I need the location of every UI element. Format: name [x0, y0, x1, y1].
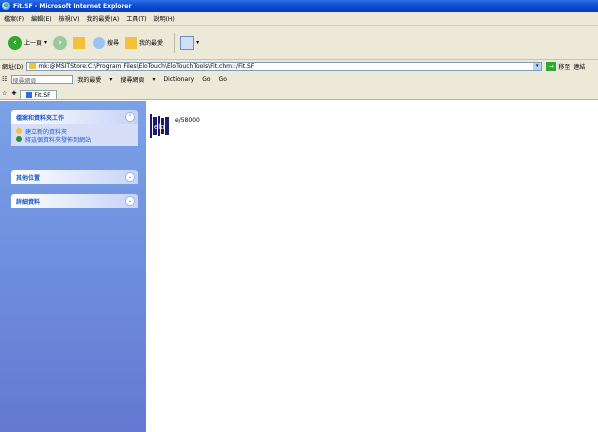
- links-toolbar: ☷ 搜尋網頁 我的最愛 ▾ 搜尋網頁 ▾ Dictionary Go Go: [0, 72, 598, 86]
- toolbar-separator: [174, 32, 176, 53]
- address-label: 網址(D): [2, 63, 24, 71]
- new-folder-icon: [16, 128, 22, 134]
- panel-other-places-title: 其他位置: [16, 174, 41, 182]
- panel-other-places-header[interactable]: 其他位置 ⌄: [11, 170, 138, 184]
- panel-other-places: 其他位置 ⌄: [11, 170, 138, 184]
- model-number: e/58000: [175, 117, 200, 124]
- folder-up-icon: [73, 36, 86, 49]
- menu-help[interactable]: 說明(H): [154, 14, 175, 23]
- chevron-down-icon: ▾: [44, 39, 48, 46]
- menu-view[interactable]: 檢視(V): [59, 14, 80, 23]
- elo-logo-text: elo: [154, 123, 165, 131]
- menu-file[interactable]: 檔案(F): [4, 14, 24, 23]
- links-item-6[interactable]: Go: [202, 76, 210, 83]
- go-arrow-icon: →: [546, 61, 557, 71]
- links-grip-icon: ☷: [2, 75, 8, 83]
- links-item-4[interactable]: ▾: [152, 76, 155, 83]
- chevron-down-icon[interactable]: ▾: [533, 62, 542, 70]
- elo-logo-icon: elo: [150, 113, 170, 139]
- search-label: 搜尋: [107, 40, 120, 47]
- address-bar: 網址(D) mk:@MSITStore:C:\Program Files\Elo…: [0, 60, 598, 72]
- panel-file-tasks-body: 建立新的資料夾 將這個資料夾發佈到網站: [11, 124, 138, 146]
- chevron-down-icon[interactable]: ⌄: [125, 172, 135, 182]
- menu-edit[interactable]: 編輯(E): [31, 14, 51, 23]
- panel-file-tasks-header[interactable]: 檔案和資料夾工作 ⌃: [11, 110, 138, 124]
- window-title: Fit.SF - Microsoft Internet Explorer: [13, 2, 132, 10]
- globe-icon: [16, 136, 22, 142]
- web-search-input[interactable]: 搜尋網頁: [11, 74, 74, 85]
- task-pane: 檔案和資料夾工作 ⌃ 建立新的資料夾 將這個資料夾發佈到網站 其他位置 ⌄ 詳細…: [0, 101, 146, 432]
- standard-toolbar: ‹ 上一頁 ▾ › 搜尋 我的最愛 ▾: [0, 26, 598, 60]
- task-publish-web-label: 將這個資料夾發佈到網站: [25, 136, 92, 144]
- forward-button[interactable]: ›: [53, 35, 68, 50]
- favorites-star-icon[interactable]: ☆: [2, 90, 7, 97]
- tab-fit-sf[interactable]: Fit.SF: [20, 90, 57, 99]
- folder-up-button[interactable]: [73, 36, 87, 49]
- links-label[interactable]: 連結: [573, 62, 585, 71]
- tab-label: Fit.SF: [34, 91, 51, 99]
- menu-tools[interactable]: 工具(T): [126, 14, 146, 23]
- title-bar: e Fit.SF - Microsoft Internet Explorer: [0, 0, 598, 12]
- ie-logo-icon: e: [2, 2, 10, 10]
- links-item-5[interactable]: Dictionary: [163, 76, 194, 83]
- tab-favicon-icon: [26, 92, 33, 98]
- search-icon: [93, 36, 106, 49]
- views-button[interactable]: ▾: [180, 35, 200, 50]
- back-arrow-icon: ‹: [8, 35, 22, 50]
- back-label: 上一頁: [24, 40, 43, 47]
- panel-file-tasks: 檔案和資料夾工作 ⌃ 建立新的資料夾 將這個資料夾發佈到網站: [11, 110, 138, 146]
- go-label: 移至: [558, 63, 571, 71]
- links-item-3[interactable]: 搜尋網頁: [120, 75, 144, 84]
- chevron-down-icon: ▾: [196, 39, 200, 46]
- web-search-placeholder: 搜尋網頁: [12, 77, 37, 85]
- panel-details-header[interactable]: 詳細資料 ⌄: [11, 194, 138, 208]
- views-icon: [180, 35, 195, 50]
- search-button[interactable]: 搜尋: [93, 36, 120, 49]
- tab-bar: ☆ ✚ Fit.SF: [0, 86, 598, 100]
- menu-favorites[interactable]: 我的最愛(A): [86, 14, 119, 23]
- page-icon: [29, 63, 37, 69]
- chevron-up-icon[interactable]: ⌃: [125, 112, 135, 122]
- panel-file-tasks-title: 檔案和資料夾工作: [16, 114, 65, 122]
- favorites-button[interactable]: 我的最愛: [125, 36, 164, 49]
- address-input[interactable]: mk:@MSITStore:C:\Program Files\EloTouch\…: [26, 61, 543, 71]
- folder-icon: [125, 36, 138, 49]
- go-button[interactable]: → 移至: [546, 61, 571, 71]
- address-value: mk:@MSITStore:C:\Program Files\EloTouch\…: [38, 62, 255, 70]
- forward-arrow-icon: ›: [53, 35, 68, 50]
- task-publish-web[interactable]: 將這個資料夾發佈到網站: [16, 135, 133, 144]
- favorites-label: 我的最愛: [139, 40, 164, 47]
- panel-details-title: 詳細資料: [16, 198, 41, 206]
- add-favorite-icon[interactable]: ✚: [11, 90, 16, 97]
- links-item-1[interactable]: 我的最愛: [77, 75, 101, 84]
- panel-details: 詳細資料 ⌄: [11, 194, 138, 208]
- links-item-2[interactable]: ▾: [109, 76, 112, 83]
- menu-bar: 檔案(F) 編輯(E) 檢視(V) 我的最愛(A) 工具(T) 說明(H): [0, 12, 598, 26]
- chevron-down-icon[interactable]: ⌄: [125, 196, 135, 206]
- back-button[interactable]: ‹ 上一頁 ▾: [8, 35, 48, 50]
- content-area: elo e/58000: [146, 101, 598, 432]
- links-item-7[interactable]: Go: [219, 76, 227, 83]
